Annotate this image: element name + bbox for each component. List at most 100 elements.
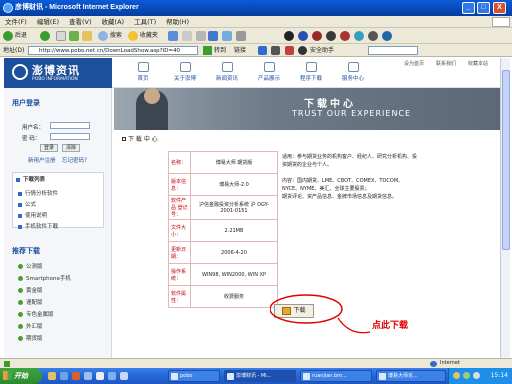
dot-bullet-icon (18, 300, 23, 305)
recommend-item-forex[interactable]: 外汇版 (18, 322, 43, 330)
nav-service[interactable]: 服务中心 (332, 62, 374, 82)
vertical-scrollbar[interactable] (500, 58, 510, 358)
quicklaunch-icon-7[interactable] (120, 372, 128, 380)
dot-bullet-icon (18, 264, 23, 269)
back-button[interactable]: 后退 (3, 30, 27, 42)
address-tool-icon-3[interactable] (285, 46, 294, 55)
history-icon[interactable] (168, 31, 178, 41)
task-browser-label: 澎博财讯 - Mi... (236, 373, 272, 379)
nav-news[interactable]: 新闻资讯 (206, 62, 248, 82)
forgot-password-link[interactable]: 忘记密码？ (62, 156, 90, 164)
recommend-item-gold[interactable]: 黄金版 (18, 286, 43, 294)
username-input[interactable] (50, 122, 90, 129)
menu-edit[interactable]: 编辑(E) (32, 16, 64, 28)
print-icon[interactable] (196, 31, 206, 41)
bookmark-link[interactable]: 收藏本站 (468, 60, 488, 67)
recommend-item-beta-label: 公测版 (26, 264, 43, 270)
nav-about[interactable]: 关于澎博 (164, 62, 206, 82)
task-pobo[interactable]: pobo (168, 370, 220, 382)
go-arrow-icon[interactable] (203, 46, 212, 55)
contact-link[interactable]: 联系我们 (436, 60, 456, 67)
address-input[interactable]: http://www.pobo.net.cn/DownLoadShow.asp?… (28, 46, 198, 55)
window-icon (171, 373, 178, 380)
plugin-icon-5[interactable] (340, 31, 350, 41)
recommend-item-futures[interactable]: 期货版 (18, 334, 43, 342)
login-button[interactable]: 登录 (40, 144, 58, 152)
minimize-button[interactable]: _ (462, 2, 475, 14)
forward-arrow-icon[interactable] (40, 31, 50, 41)
messenger-icon[interactable] (222, 31, 232, 41)
menu-file[interactable]: 文件(F) (0, 16, 32, 28)
quicklaunch-icon-5[interactable] (96, 372, 104, 380)
plugin-icon-8[interactable] (382, 31, 392, 41)
nav-home[interactable]: 首页 (122, 62, 164, 82)
quicklaunch-icon-1[interactable] (48, 372, 56, 380)
plugin-icon-2[interactable] (298, 31, 308, 41)
start-button[interactable]: 开始 (0, 368, 42, 384)
close-button[interactable]: X (493, 2, 506, 14)
quicklaunch-icon-2[interactable] (60, 372, 68, 380)
plugin-icon-7[interactable] (368, 31, 378, 41)
software-info-row: 名称： 博易大师 期货版 (168, 151, 278, 174)
security-assistant-button[interactable]: 安全助手 (310, 44, 334, 57)
nav-about-label: 关于澎博 (173, 76, 196, 82)
window-title: 彦博财讯 - Microsoft Internet Explorer (15, 4, 139, 11)
home-icon[interactable] (82, 31, 92, 41)
address-tool-icon-1[interactable] (258, 46, 267, 55)
search-dropdown[interactable] (368, 46, 418, 55)
menu-view[interactable]: 查看(V) (64, 16, 97, 28)
plugin-icon-6[interactable] (354, 31, 364, 41)
password-input[interactable] (50, 133, 90, 140)
nav-downloads[interactable]: 程序下载 (290, 62, 332, 82)
set-home-link[interactable]: 设为首页 (404, 60, 424, 67)
search-button[interactable]: 搜索 (98, 30, 122, 42)
favorites-button[interactable]: 收藏夹 (128, 30, 158, 42)
info-value: 收费服务 (190, 285, 278, 308)
breadcrumb: 下 载 中 心 (122, 134, 158, 143)
recommend-item-speed[interactable]: 速配版 (18, 298, 43, 306)
edit-icon[interactable] (208, 31, 218, 41)
quicklaunch-icon-4[interactable] (84, 372, 92, 380)
quicklaunch-icon-3[interactable] (72, 372, 80, 380)
plugin-icon-4[interactable] (326, 31, 336, 41)
download-item-software[interactable]: 行情分析软件 (18, 189, 58, 197)
refresh-icon[interactable] (69, 31, 79, 41)
tray-icon-2[interactable] (463, 372, 470, 379)
task-forum[interactable]: 博易大师论... (376, 370, 446, 382)
plugin-icon-1[interactable] (284, 31, 294, 41)
stop-icon[interactable] (56, 31, 66, 41)
task-browser[interactable]: 澎博财讯 - Mi... (224, 370, 296, 382)
mail-icon[interactable] (182, 31, 192, 41)
recommend-item-smartphone[interactable]: Smartphone手机 (18, 274, 71, 282)
reset-button[interactable]: 清除 (62, 144, 80, 152)
address-tool-icon-2[interactable] (271, 46, 280, 55)
site-logo[interactable]: 澎博资讯 POBO INFORMATION (4, 58, 112, 88)
maximize-button[interactable]: □ (477, 2, 490, 14)
description-line: NYCE、NYME、美汇、全球主要股票； (282, 186, 370, 192)
recommend-item-metal[interactable]: 专色金属版 (18, 310, 54, 318)
register-link[interactable]: 新用户注册 (28, 156, 56, 164)
scrollbar-thumb[interactable] (502, 70, 510, 250)
plugin-icon-3[interactable] (312, 31, 322, 41)
menu-tools[interactable]: 工具(T) (129, 16, 161, 28)
task-ruanjian[interactable]: ruanjian.bm... (300, 370, 372, 382)
links-button[interactable]: 链接 (234, 44, 246, 57)
square-bullet-icon (16, 177, 20, 182)
quicklaunch-icon-6[interactable] (108, 372, 116, 380)
research-icon[interactable] (236, 31, 246, 41)
tray-icon-1[interactable] (453, 372, 460, 379)
status-bar: Internet (0, 358, 512, 368)
download-item-mobile-label: 手机软件下载 (25, 224, 59, 230)
download-item-mobile[interactable]: 手机软件下载 (18, 222, 58, 230)
recommend-item-beta[interactable]: 公测版 (18, 262, 43, 270)
menu-help[interactable]: 帮助(H) (161, 16, 194, 28)
go-button[interactable]: 转到 (214, 44, 226, 57)
menu-favorites[interactable]: 收藏(A) (97, 16, 130, 28)
username-label: 用户名： (22, 125, 45, 131)
software-info-row: 文件大小： 2.21MB (168, 219, 278, 242)
nav-products[interactable]: 产品展示 (248, 62, 290, 82)
download-item-manual[interactable]: 使用说明 (18, 211, 47, 219)
nav-news-label: 新闻资讯 (215, 76, 238, 82)
download-item-formula[interactable]: 公式 (18, 200, 36, 208)
tray-icon-3[interactable] (473, 372, 480, 379)
